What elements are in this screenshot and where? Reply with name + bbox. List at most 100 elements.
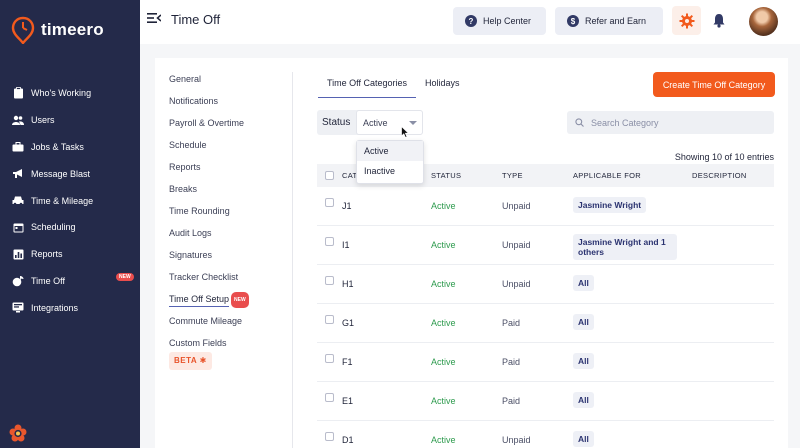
sidebar-item-message-blast[interactable]: Message Blast xyxy=(0,160,140,187)
row-checkbox[interactable] xyxy=(325,393,334,402)
settings-nav-commute-mileage[interactable]: Commute Mileage xyxy=(169,314,289,336)
settings-nav-audit-logs[interactable]: Audit Logs xyxy=(169,226,289,248)
new-badge: NEW xyxy=(116,272,134,281)
settings-nav-general[interactable]: General xyxy=(169,72,289,94)
category-name: J1 xyxy=(342,201,352,211)
row-checkbox[interactable] xyxy=(325,198,334,207)
megaphone-icon xyxy=(12,168,24,180)
beta-badge: BETA ✱ xyxy=(169,352,212,370)
settings-nav-custom-fields[interactable]: Custom Fields BETA ✱ xyxy=(169,336,289,370)
create-time-off-category-button[interactable]: Create Time Off Category xyxy=(653,72,775,97)
status-value: Active xyxy=(431,318,456,328)
collapse-menu-icon[interactable] xyxy=(147,12,161,24)
settings-nav-time-rounding[interactable]: Time Rounding xyxy=(169,204,289,226)
help-center-label: Help Center xyxy=(483,16,532,26)
status-select[interactable]: Active xyxy=(356,110,423,135)
column-header-description[interactable]: DESCRIPTION xyxy=(692,171,747,180)
status-value: Active xyxy=(431,201,456,211)
briefcase-icon xyxy=(12,141,24,153)
type-value: Unpaid xyxy=(502,279,531,289)
type-value: Paid xyxy=(502,318,521,328)
calendar-icon xyxy=(12,221,24,233)
status-dropdown-menu: Active Inactive xyxy=(356,140,424,184)
column-header-status[interactable]: STATUS xyxy=(431,171,461,180)
settings-nav-breaks[interactable]: Breaks xyxy=(169,182,289,204)
refer-and-earn-button[interactable]: $ Refer and Earn xyxy=(555,7,663,35)
settings-nav: General Notifications Payroll & Overtime… xyxy=(169,72,289,370)
logo-text: timeero xyxy=(41,20,104,39)
status-filter-label: Status xyxy=(322,117,351,128)
tabs: Time Off Categories Holidays xyxy=(318,72,469,98)
table-row[interactable]: H1 Active Unpaid All xyxy=(317,265,774,304)
type-value: Unpaid xyxy=(502,435,531,445)
column-header-type[interactable]: TYPE xyxy=(502,171,523,180)
settings-nav-tracker-checklist[interactable]: Tracker Checklist xyxy=(169,270,289,292)
sidebar-item-label: Users xyxy=(31,115,55,126)
tab-time-off-categories[interactable]: Time Off Categories xyxy=(318,72,417,98)
row-checkbox[interactable] xyxy=(325,432,334,441)
row-checkbox[interactable] xyxy=(325,237,334,246)
sidebar-item-jobs-tasks[interactable]: Jobs & Tasks xyxy=(0,134,140,161)
sidebar-item-label: Jobs & Tasks xyxy=(31,141,84,152)
sidebar-item-reports[interactable]: Reports xyxy=(0,241,140,268)
sidebar-item-time-mileage[interactable]: Time & Mileage xyxy=(0,187,140,214)
car-icon xyxy=(12,195,24,207)
sidebar-item-scheduling[interactable]: Scheduling xyxy=(0,214,140,241)
sidebar-item-users[interactable]: Users xyxy=(0,107,140,134)
row-checkbox[interactable] xyxy=(325,315,334,324)
applicable-chip: All xyxy=(573,392,594,408)
search-icon xyxy=(575,118,584,127)
search-category-input[interactable] xyxy=(591,117,761,128)
settings-nav-payroll-overtime[interactable]: Payroll & Overtime xyxy=(169,116,289,138)
table-row[interactable]: I1 Active Unpaid Jasmine Wright and 1 ot… xyxy=(317,226,774,265)
table-row[interactable]: J1 Active Unpaid Jasmine Wright xyxy=(317,187,774,226)
applicable-chip: All xyxy=(573,431,594,447)
category-name: E1 xyxy=(342,396,354,406)
settings-nav-notifications[interactable]: Notifications xyxy=(169,94,289,116)
help-icon: ? xyxy=(465,15,477,27)
settings-nav-time-off-setup[interactable]: Time Off Setup NEW xyxy=(169,292,289,314)
sidebar-item-whos-working[interactable]: Who's Working xyxy=(0,80,140,107)
category-name: F1 xyxy=(342,357,353,367)
users-icon xyxy=(12,114,24,126)
select-all-checkbox[interactable] xyxy=(325,171,334,180)
type-value: Paid xyxy=(502,357,521,367)
table-row[interactable]: F1 Active Paid All xyxy=(317,343,774,382)
sidebar-item-label: Reports xyxy=(31,249,63,260)
user-avatar[interactable] xyxy=(749,7,778,36)
status-option-inactive[interactable]: Inactive xyxy=(357,161,423,181)
settings-nav-schedule[interactable]: Schedule xyxy=(169,138,289,160)
status-value: Active xyxy=(431,240,456,250)
category-name: H1 xyxy=(342,279,354,289)
page-title: Time Off xyxy=(171,12,221,27)
logo[interactable]: timeero xyxy=(11,16,104,44)
applicable-chip: All xyxy=(573,275,594,291)
settings-nav-reports[interactable]: Reports xyxy=(169,160,289,182)
sidebar-item-label: Time Off xyxy=(31,275,66,286)
applicable-chip: All xyxy=(573,314,594,330)
status-option-active[interactable]: Active xyxy=(357,141,423,161)
sidebar-nav: Who's Working Users Jobs & Tasks Message… xyxy=(0,80,140,321)
row-checkbox[interactable] xyxy=(325,354,334,363)
sidebar-item-integrations[interactable]: Integrations xyxy=(0,294,140,321)
table-row[interactable]: D1 Active Unpaid All xyxy=(317,421,774,448)
table-row[interactable]: G1 Active Paid All xyxy=(317,304,774,343)
status-select-value: Active xyxy=(363,117,388,128)
category-name: G1 xyxy=(342,318,355,328)
settings-nav-signatures[interactable]: Signatures xyxy=(169,248,289,270)
categories-table: CAT STATUS TYPE APPLICABLE FOR DESCRIPTI… xyxy=(317,164,774,448)
bell-icon[interactable] xyxy=(712,13,726,28)
settings-button[interactable] xyxy=(672,6,701,35)
sidebar-item-time-off[interactable]: Time Off NEW xyxy=(0,268,140,295)
tab-holidays[interactable]: Holidays xyxy=(416,72,469,98)
status-value: Active xyxy=(431,279,456,289)
flower-icon[interactable] xyxy=(8,423,28,443)
sidebar-item-label: Scheduling xyxy=(31,222,76,233)
help-center-button[interactable]: ? Help Center xyxy=(453,7,546,35)
row-checkbox[interactable] xyxy=(325,276,334,285)
type-value: Unpaid xyxy=(502,240,531,250)
settings-card: General Notifications Payroll & Overtime… xyxy=(155,58,788,448)
type-value: Paid xyxy=(502,396,521,406)
table-row[interactable]: E1 Active Paid All xyxy=(317,382,774,421)
column-header-applicable-for[interactable]: APPLICABLE FOR xyxy=(573,171,641,180)
